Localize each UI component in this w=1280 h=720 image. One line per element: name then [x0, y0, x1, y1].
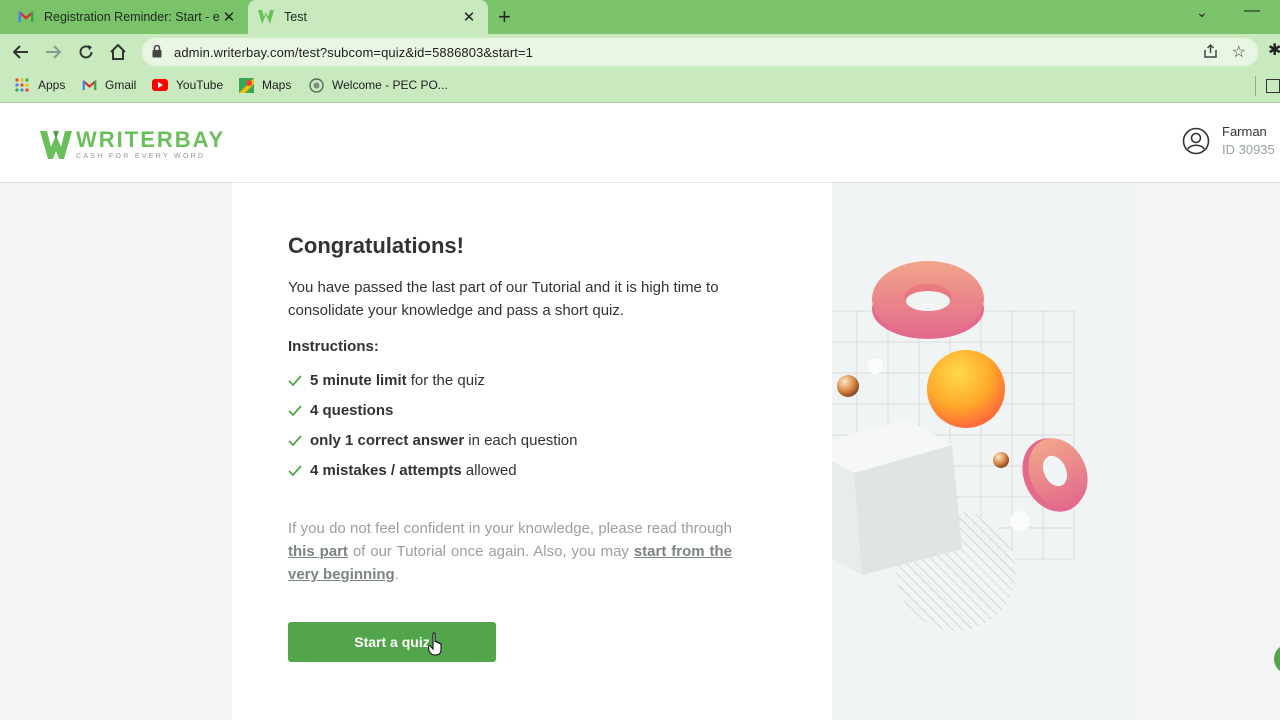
note-text: If you do not feel confident in your kno…	[288, 520, 732, 537]
checkmark-icon	[288, 375, 302, 387]
instruction-bold: 4 questions	[310, 402, 394, 419]
share-icon[interactable]	[1203, 43, 1218, 62]
maps-icon	[238, 77, 254, 93]
extensions-puzzle-icon[interactable]: ✱	[1268, 40, 1280, 60]
writerbay-favicon-icon	[258, 9, 274, 25]
user-avatar-icon	[1182, 127, 1210, 155]
writerbay-logo-mark-icon	[40, 131, 72, 159]
close-tab-icon[interactable]: ✕	[460, 8, 478, 26]
bookmark-youtube[interactable]: YouTube	[152, 77, 223, 93]
logo-name: WRITERBAY	[76, 127, 226, 152]
bookmark-maps[interactable]: Maps	[238, 77, 291, 93]
bookmark-label: Gmail	[105, 78, 137, 92]
user-menu[interactable]: Farman ID 30935	[1182, 123, 1275, 159]
new-tab-icon[interactable]: +	[498, 5, 511, 29]
abstract-3d-illustration	[806, 261, 1088, 631]
reload-icon[interactable]	[75, 41, 97, 63]
note-text: .	[394, 566, 399, 583]
home-icon[interactable]	[107, 41, 129, 63]
tab-registration-reminder[interactable]: Registration Reminder: Start - en ✕	[8, 0, 248, 34]
this-part-link[interactable]: this part	[288, 543, 348, 560]
user-id: ID 30935	[1222, 142, 1275, 157]
globe-seal-icon	[308, 77, 324, 93]
bookmark-gmail[interactable]: Gmail	[81, 77, 136, 93]
gmail-icon	[81, 77, 97, 93]
tab-title: Registration Reminder: Start - en	[44, 10, 220, 24]
reading-list-icon[interactable]	[1266, 79, 1280, 93]
instruction-rest: in each question	[468, 432, 578, 449]
lock-icon[interactable]	[152, 44, 162, 63]
instructions-heading: Instructions:	[288, 338, 379, 355]
logo-tagline: CASH FOR EVERY WORD	[76, 153, 206, 160]
tab-title: Test	[284, 10, 307, 24]
list-item: 5 minute limit for the quiz	[288, 366, 732, 396]
bookmark-label: Welcome - PEC PO...	[332, 78, 448, 92]
instruction-bold: 5 minute limit	[310, 372, 407, 389]
tab-strip: Registration Reminder: Start - en ✕ Test…	[0, 0, 1280, 34]
instruction-rest: for the quiz	[410, 372, 485, 389]
writerbay-logo[interactable]: WRITERBAY CASH FOR EVERY WORD	[40, 129, 225, 161]
hand-cursor-icon	[428, 632, 442, 656]
gmail-icon	[18, 9, 34, 25]
instruction-bold: 4 mistakes / attempts	[310, 462, 462, 479]
list-item: only 1 correct answer in each question	[288, 426, 732, 456]
bookmark-label: Maps	[262, 78, 292, 92]
address-bar[interactable]: admin.writerbay.com/test?subcom=quiz&id=…	[142, 38, 1258, 66]
bookmarks-divider	[1255, 76, 1256, 96]
bookmark-star-icon[interactable]: ☆	[1232, 42, 1246, 62]
bookmark-label: YouTube	[176, 78, 224, 92]
bookmark-apps[interactable]: Apps	[14, 77, 65, 93]
user-name: Farman	[1222, 124, 1267, 139]
checkmark-icon	[288, 435, 302, 447]
bookmark-label: Apps	[38, 78, 66, 92]
list-item: 4 questions	[288, 396, 732, 426]
note-text: of our Tutorial once again. Also, you ma…	[352, 543, 629, 560]
intro-text: You have passed the last part of our Tut…	[288, 279, 719, 319]
url-text: admin.writerbay.com/test?subcom=quiz&id=…	[174, 45, 533, 60]
minimize-window-icon[interactable]: —	[1244, 2, 1260, 20]
quiz-intro-content: Congratulations! You have passed the las…	[288, 232, 732, 586]
instruction-rest: allowed	[465, 462, 517, 479]
start-quiz-button[interactable]: Start a quiz	[288, 622, 496, 662]
checkmark-icon	[288, 465, 302, 477]
tab-search-chevron-icon[interactable]: ⌄	[1196, 4, 1208, 21]
confidence-note: If you do not feel confident in your kno…	[288, 517, 732, 586]
page-title: Congratulations!	[288, 233, 464, 258]
close-tab-icon[interactable]: ✕	[220, 8, 238, 26]
checkmark-icon	[288, 405, 302, 417]
bookmark-welcome-pec[interactable]: Welcome - PEC PO...	[308, 77, 448, 93]
instructions-list: 5 minute limit for the quiz 4 questions …	[288, 366, 732, 486]
back-arrow-icon[interactable]	[10, 41, 32, 63]
list-item: 4 mistakes / attempts allowed	[288, 456, 732, 486]
forward-arrow-icon[interactable]	[42, 41, 64, 63]
tab-test[interactable]: Test ✕	[248, 0, 488, 34]
site-header: WRITERBAY CASH FOR EVERY WORD Farman ID …	[0, 103, 1280, 183]
bookmarks-bar: Apps Gmail YouTube Maps Welcome - PEC PO…	[0, 70, 1280, 103]
support-chat-button[interactable]	[1274, 644, 1280, 674]
instruction-bold: only 1 correct answer	[310, 432, 465, 449]
apps-grid-icon	[14, 77, 30, 93]
browser-toolbar: admin.writerbay.com/test?subcom=quiz&id=…	[0, 34, 1280, 70]
decorative-illustration-panel	[806, 183, 1132, 720]
youtube-icon	[152, 77, 168, 93]
